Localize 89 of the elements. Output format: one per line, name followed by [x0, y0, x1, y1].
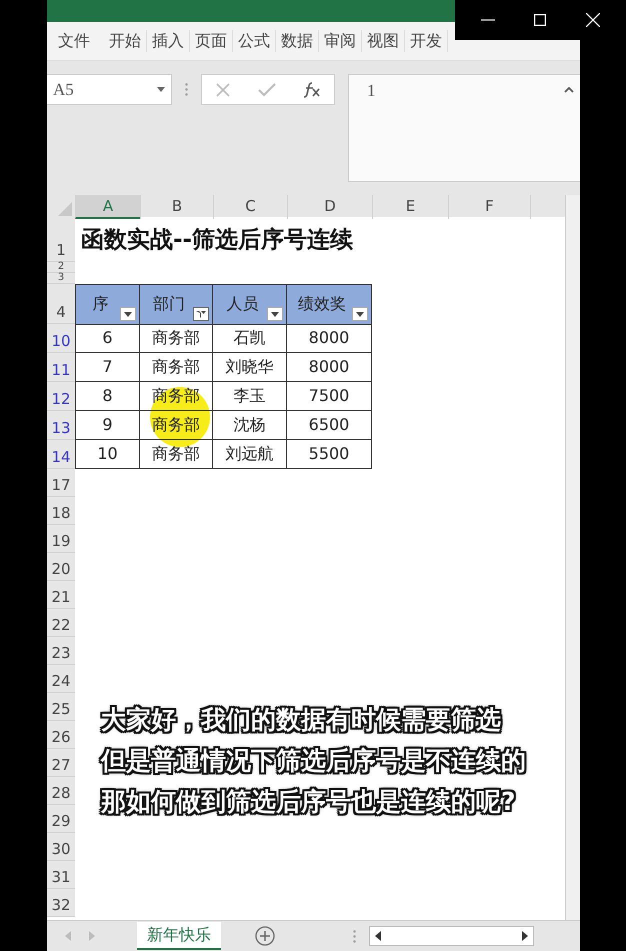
table-cell: 5500 [287, 440, 372, 469]
scroll-left-icon[interactable] [375, 931, 381, 941]
row-header[interactable]: 18 [47, 497, 75, 525]
ribbon-tab[interactable]: 公式 [233, 30, 276, 52]
column-header[interactable]: A [75, 195, 140, 219]
column-header[interactable]: F [448, 195, 530, 219]
row-header[interactable]: 13 [47, 411, 75, 440]
row-header[interactable]: 26 [47, 721, 75, 749]
splitter-handle-icon[interactable] [353, 930, 356, 942]
vertical-scrollbar[interactable] [565, 195, 580, 920]
row-header[interactable]: 19 [47, 525, 75, 553]
formula-input[interactable]: 1 [348, 74, 580, 182]
row-header[interactable]: 25 [47, 693, 75, 721]
ribbon-tab[interactable]: 开始 [104, 30, 147, 52]
function-icon[interactable] [302, 82, 321, 98]
scroll-right-icon[interactable] [522, 931, 528, 941]
minimize-icon[interactable] [480, 19, 495, 21]
caret-icon [157, 87, 165, 92]
table-cell: 商务部 [140, 324, 213, 353]
table-cell: 李玉 [213, 382, 287, 411]
table-header-cell: 人员 [213, 284, 287, 325]
table-cell: 9 [75, 411, 140, 440]
column-header[interactable]: B [140, 195, 213, 219]
column-header[interactable]: C [213, 195, 287, 219]
caret-icon [271, 312, 279, 316]
filter-button[interactable] [267, 307, 283, 321]
table-cell: 6500 [287, 411, 372, 440]
row-header[interactable]: 30 [47, 833, 75, 861]
caret-icon [356, 312, 364, 316]
row-header[interactable]: 29 [47, 805, 75, 833]
ribbon-tab[interactable]: 数据 [276, 30, 319, 52]
table-cell: 刘远航 [213, 440, 287, 469]
table-cell: 8000 [287, 353, 372, 382]
ribbon-tab[interactable]: 文件 [53, 30, 104, 52]
table-cell: 8 [75, 382, 140, 411]
table-cell: 商务部 [140, 353, 213, 382]
row-header[interactable]: 21 [47, 581, 75, 609]
ribbon-tab[interactable]: 页面 [190, 30, 233, 52]
table-cell: 10 [75, 440, 140, 469]
table-cell: 7 [75, 353, 140, 382]
table-header-cell: 绩效奖 [287, 284, 372, 325]
row-header[interactable]: 32 [47, 889, 75, 917]
row-header[interactable]: 4 [47, 284, 75, 324]
row-header[interactable]: 12 [47, 382, 75, 411]
check-icon[interactable] [258, 82, 276, 96]
table-cell: 6 [75, 324, 140, 353]
filter-button[interactable] [120, 307, 136, 321]
subtitle-caption: 那如何做到筛选后序号也是连续的呢? [101, 787, 526, 817]
row-header[interactable]: 20 [47, 553, 75, 581]
column-header[interactable]: E [372, 195, 448, 219]
caret-icon [124, 312, 132, 316]
table-header-cell: 序 [75, 284, 140, 325]
column-header[interactable]: D [287, 195, 372, 219]
collapse-icon[interactable] [564, 87, 574, 93]
table-header-cell: 部门 [140, 284, 213, 325]
row-header[interactable]: 10 [47, 324, 75, 353]
row-header[interactable]: 24 [47, 665, 75, 693]
row-header[interactable]: 27 [47, 749, 75, 777]
maximize-icon[interactable] [534, 14, 546, 26]
row-header[interactable]: 31 [47, 861, 75, 889]
subtitle-caption: 大家好，我们的数据有时候需要筛选 [101, 705, 504, 735]
filter-button[interactable] [193, 307, 209, 321]
row-header[interactable]: 3 [47, 273, 75, 284]
row-header[interactable]: 22 [47, 609, 75, 637]
sheet-tab[interactable]: 新年快乐 [137, 922, 221, 950]
row-header[interactable]: 17 [47, 469, 75, 497]
filter-button[interactable] [352, 307, 368, 321]
row-header[interactable]: 23 [47, 637, 75, 665]
table-cell: 8000 [287, 324, 372, 353]
table-cell: 7500 [287, 382, 372, 411]
ribbon-tab[interactable]: 视图 [362, 30, 405, 52]
row-header[interactable]: 28 [47, 777, 75, 805]
horizontal-scrollbar[interactable] [369, 926, 534, 946]
filter-icon [196, 310, 206, 318]
close-icon[interactable] [586, 13, 600, 27]
ribbon-tab[interactable]: 插入 [147, 30, 190, 52]
row-header[interactable]: 11 [47, 353, 75, 382]
table-cell: 沈杨 [213, 411, 287, 440]
ribbon-tab[interactable]: 开发 [405, 30, 448, 52]
row-header[interactable]: 1 [47, 217, 75, 262]
name-box[interactable]: A5 [47, 74, 172, 105]
ribbon-tab[interactable]: 审阅 [319, 30, 362, 52]
add-sheet-icon[interactable] [255, 926, 275, 946]
table-cell: 刘晓华 [213, 353, 287, 382]
row-header[interactable]: 2 [47, 262, 75, 273]
table-cell: 石凯 [213, 324, 287, 353]
row-header[interactable]: 14 [47, 440, 75, 469]
drag-handle-icon[interactable] [185, 83, 188, 96]
sheet-title: 函数实战--筛选后序号连续 [80, 226, 354, 255]
